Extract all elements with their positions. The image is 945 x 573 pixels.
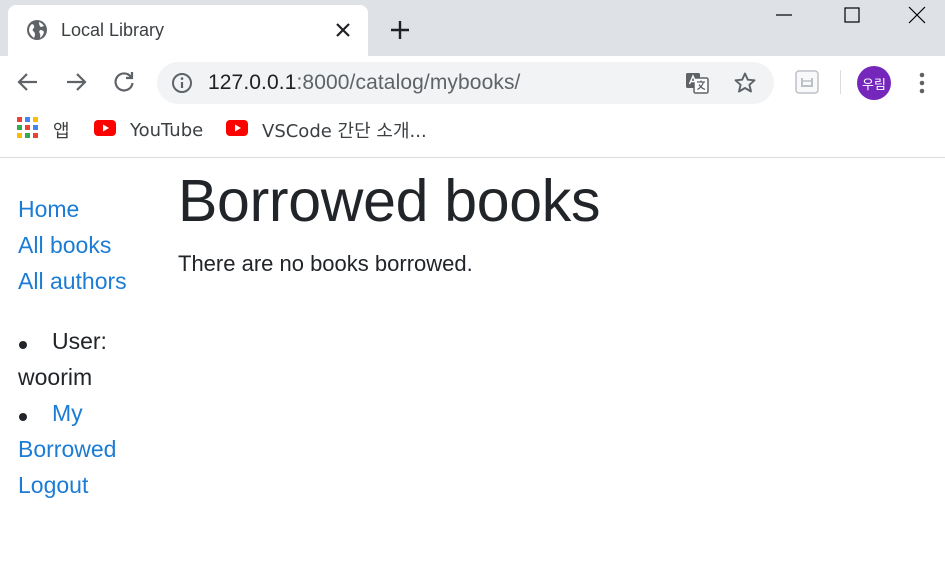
address-bar[interactable]: 127.0.0.1:8000/catalog/mybooks/ <box>157 62 774 104</box>
youtube-icon <box>226 119 262 141</box>
profile-avatar[interactable]: 우림 <box>857 66 891 100</box>
maximize-icon[interactable] <box>820 0 884 30</box>
url-path: :8000/catalog/mybooks/ <box>296 71 521 94</box>
apps-grid-icon <box>17 116 53 144</box>
user-menu: User: woorim My Borrowed Logout <box>18 323 158 503</box>
main-content: Borrowed books There are no books borrow… <box>178 165 918 279</box>
bookmark-apps[interactable]: 앱 <box>17 116 70 144</box>
sidebar-item-all-authors: All authors <box>18 263 158 299</box>
extension-icon[interactable] <box>795 69 819 95</box>
logout-link[interactable]: Logout <box>18 472 88 498</box>
toolbar-divider <box>840 70 841 94</box>
sidebar-nav: Home All books All authors User: woorim … <box>18 191 158 503</box>
browser-toolbar: 127.0.0.1:8000/catalog/mybooks/ 우림 <box>0 56 945 108</box>
bookmark-vscode-video[interactable]: VSCode 간단 소개... <box>226 118 427 142</box>
tab-title: Local Library <box>61 20 165 40</box>
site-info-icon[interactable] <box>171 72 193 94</box>
sidebar-item-all-books: All books <box>18 227 158 263</box>
page-viewport: Home All books All authors User: woorim … <box>0 159 945 573</box>
bookmark-youtube[interactable]: YouTube <box>94 118 203 142</box>
reload-icon[interactable] <box>110 68 138 96</box>
my-borrowed-item: My Borrowed <box>18 395 158 467</box>
more-menu-icon[interactable] <box>910 70 934 96</box>
back-arrow-icon[interactable] <box>14 68 42 96</box>
empty-state-message: There are no books borrowed. <box>178 251 473 276</box>
my-borrowed-link[interactable]: My Borrowed <box>18 400 116 462</box>
close-icon[interactable] <box>888 0 945 30</box>
all-books-link[interactable]: All books <box>18 232 111 258</box>
user-label: User: woorim <box>18 328 107 390</box>
minimize-icon[interactable] <box>752 0 816 30</box>
logout-item: Logout <box>18 467 158 503</box>
address-url[interactable]: 127.0.0.1:8000/catalog/mybooks/ <box>208 71 521 95</box>
page-title: Borrowed books <box>178 168 601 234</box>
sidebar-item-home: Home <box>18 191 158 227</box>
bookmark-label: 앱 <box>53 121 70 142</box>
browser-title-bar: Local Library <box>0 0 945 56</box>
sidebar-links: Home All books All authors <box>18 191 158 299</box>
youtube-icon <box>94 119 130 141</box>
bookmark-label: VSCode 간단 소개... <box>262 121 427 142</box>
forward-arrow-icon[interactable] <box>62 68 90 96</box>
globe-icon <box>26 19 48 41</box>
url-host: 127.0.0.1 <box>208 71 297 94</box>
bookmarks-bar: 앱 YouTube VSCode 간단 소개... <box>0 108 945 158</box>
translate-icon[interactable] <box>685 71 709 95</box>
bookmark-label: YouTube <box>130 119 204 141</box>
new-tab-plus-icon[interactable] <box>386 16 414 44</box>
bookmark-star-icon[interactable] <box>733 71 757 95</box>
browser-tab[interactable]: Local Library <box>8 5 368 56</box>
user-item: User: woorim <box>18 323 158 395</box>
all-authors-link[interactable]: All authors <box>18 268 127 294</box>
home-link[interactable]: Home <box>18 196 79 222</box>
close-tab-icon[interactable] <box>332 19 354 41</box>
